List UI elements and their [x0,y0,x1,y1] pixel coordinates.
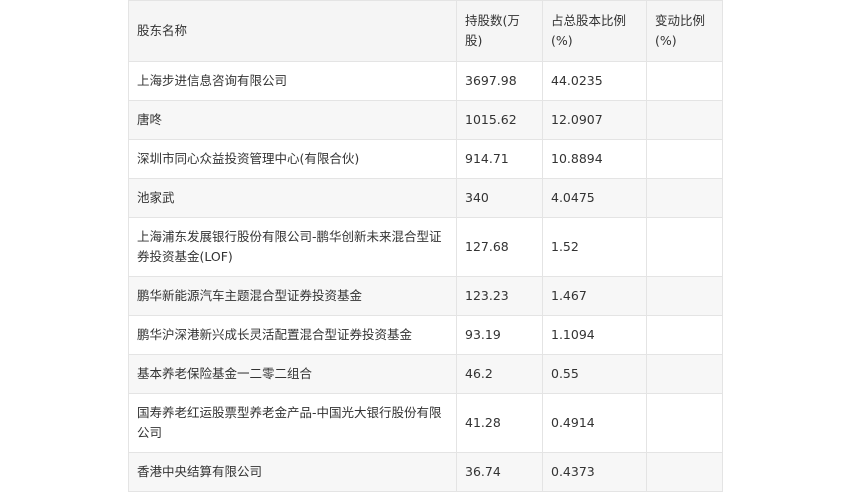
table-row: 基本养老保险基金一二零二组合 46.2 0.55 [128,354,723,394]
cell-share-ratio: 1.467 [542,276,647,316]
cell-shareholder-name: 上海步进信息咨询有限公司 [128,61,457,101]
table-row: 香港中央结算有限公司 36.74 0.4373 [128,452,723,492]
table-row: 鹏华沪深港新兴成长灵活配置混合型证券投资基金 93.19 1.1094 [128,315,723,355]
cell-shares-held: 46.2 [456,354,543,394]
table-row: 国寿养老红运股票型养老金产品-中国光大银行股份有限公司 41.28 0.4914 [128,393,723,453]
table-row: 唐咚 1015.62 12.0907 [128,100,723,140]
table-row: 鹏华新能源汽车主题混合型证券投资基金 123.23 1.467 [128,276,723,316]
cell-share-ratio: 12.0907 [542,100,647,140]
cell-share-ratio: 44.0235 [542,61,647,101]
header-shares-held: 持股数(万股) [456,0,543,62]
cell-change-ratio [646,217,723,277]
cell-shareholder-name: 唐咚 [128,100,457,140]
cell-change-ratio [646,100,723,140]
cell-shares-held: 36.74 [456,452,543,492]
cell-shares-held: 914.71 [456,139,543,179]
table-row: 上海步进信息咨询有限公司 3697.98 44.0235 [128,61,723,101]
cell-share-ratio: 1.52 [542,217,647,277]
cell-share-ratio: 1.1094 [542,315,647,355]
cell-shareholder-name: 上海浦东发展银行股份有限公司-鹏华创新未来混合型证券投资基金(LOF) [128,217,457,277]
cell-shares-held: 340 [456,178,543,218]
header-change-ratio: 变动比例(%) [646,0,723,62]
cell-share-ratio: 0.55 [542,354,647,394]
header-shareholder-name: 股东名称 [128,0,457,62]
cell-shareholder-name: 国寿养老红运股票型养老金产品-中国光大银行股份有限公司 [128,393,457,453]
cell-change-ratio [646,276,723,316]
shareholder-table: 股东名称 持股数(万股) 占总股本比例(%) 变动比例(%) 上海步进信息咨询有… [128,0,723,492]
header-share-ratio: 占总股本比例(%) [542,0,647,62]
cell-share-ratio: 4.0475 [542,178,647,218]
cell-change-ratio [646,178,723,218]
cell-share-ratio: 0.4373 [542,452,647,492]
cell-share-ratio: 10.8894 [542,139,647,179]
cell-change-ratio [646,61,723,101]
cell-shares-held: 41.28 [456,393,543,453]
cell-change-ratio [646,139,723,179]
cell-shareholder-name: 香港中央结算有限公司 [128,452,457,492]
cell-shareholder-name: 鹏华新能源汽车主题混合型证券投资基金 [128,276,457,316]
cell-shares-held: 1015.62 [456,100,543,140]
cell-change-ratio [646,354,723,394]
cell-shares-held: 3697.98 [456,61,543,101]
table-header-row: 股东名称 持股数(万股) 占总股本比例(%) 变动比例(%) [128,0,723,62]
cell-shares-held: 123.23 [456,276,543,316]
cell-shares-held: 127.68 [456,217,543,277]
cell-change-ratio [646,393,723,453]
cell-share-ratio: 0.4914 [542,393,647,453]
shareholder-table-container: 股东名称 持股数(万股) 占总股本比例(%) 变动比例(%) 上海步进信息咨询有… [128,0,723,492]
table-row: 池家武 340 4.0475 [128,178,723,218]
cell-shares-held: 93.19 [456,315,543,355]
cell-shareholder-name: 池家武 [128,178,457,218]
table-row: 上海浦东发展银行股份有限公司-鹏华创新未来混合型证券投资基金(LOF) 127.… [128,217,723,277]
cell-change-ratio [646,315,723,355]
cell-change-ratio [646,452,723,492]
cell-shareholder-name: 基本养老保险基金一二零二组合 [128,354,457,394]
cell-shareholder-name: 深圳市同心众益投资管理中心(有限合伙) [128,139,457,179]
table-row: 深圳市同心众益投资管理中心(有限合伙) 914.71 10.8894 [128,139,723,179]
cell-shareholder-name: 鹏华沪深港新兴成长灵活配置混合型证券投资基金 [128,315,457,355]
